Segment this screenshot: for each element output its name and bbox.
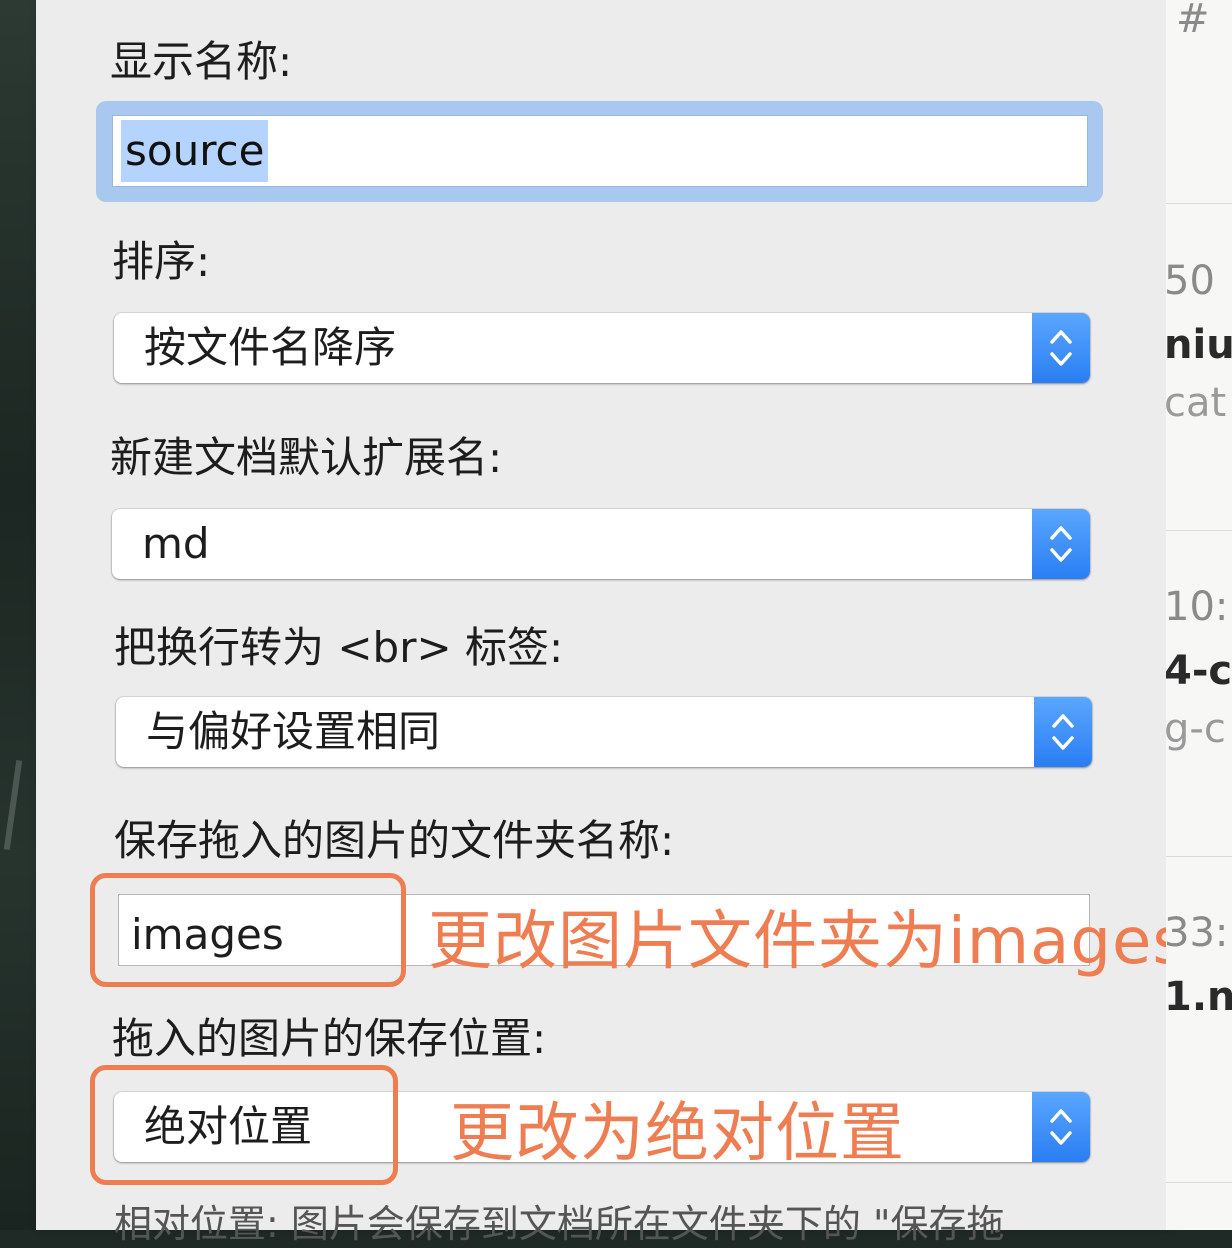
line-break-value: 与偏好设置相同 [146,707,441,756]
list-item-time: 50 [1166,258,1215,304]
list-separator [1166,1182,1232,1183]
background-file-list-window: # 50 niu cat 10: 4-c g-c 33: 1.n [1166,0,1232,1230]
list-separator [1166,530,1232,531]
list-item-time: 33: [1166,910,1229,956]
up-down-chevron-icon [1052,714,1074,750]
list-separator [1166,856,1232,857]
annotation-image-folder-text: 更改图片文件夹为images [428,905,1187,979]
image-location-label: 拖入的图片的保存位置: [112,1014,547,1063]
default-ext-stepper[interactable] [1032,509,1090,579]
line-break-label: 把换行转为 <br> 标签: [114,623,564,672]
hash-symbol: # [1176,0,1210,42]
display-name-input[interactable]: source [112,115,1088,187]
up-down-chevron-icon [1050,526,1072,562]
list-item-subtitle: g-c [1166,706,1226,752]
list-item-title: 1.n [1166,974,1232,1020]
sort-value: 按文件名降序 [144,323,397,372]
line-break-stepper[interactable] [1034,697,1092,767]
up-down-chevron-icon [1050,330,1072,366]
annotation-box-image-location [90,1065,398,1185]
display-name-label: 显示名称: [110,37,293,86]
default-ext-value: md [142,519,210,568]
annotation-image-location-text: 更改为绝对位置 [450,1097,905,1171]
sort-popup[interactable]: 按文件名降序 [114,313,1090,383]
list-item-title: 4-c [1166,648,1232,694]
list-item-time: 10: [1166,584,1229,630]
sort-stepper[interactable] [1032,313,1090,383]
desktop-background-strip [0,0,36,1230]
display-name-value: source [121,120,269,182]
list-item-title: niu [1166,322,1232,368]
sort-label: 排序: [112,237,211,286]
list-item-subtitle: cat [1166,380,1227,426]
image-location-stepper[interactable] [1032,1092,1090,1162]
default-ext-popup[interactable]: md [112,509,1090,579]
relative-location-help-text: 相对位置: 图片会保存到文档所在文件夹下的 "保存拖 [114,1202,1005,1246]
line-break-popup[interactable]: 与偏好设置相同 [116,697,1092,767]
default-ext-label: 新建文档默认扩展名: [110,433,503,482]
image-folder-label: 保存拖入的图片的文件夹名称: [114,816,675,865]
annotation-box-image-folder [90,873,406,987]
up-down-chevron-icon [1050,1109,1072,1145]
list-separator [1166,203,1232,204]
